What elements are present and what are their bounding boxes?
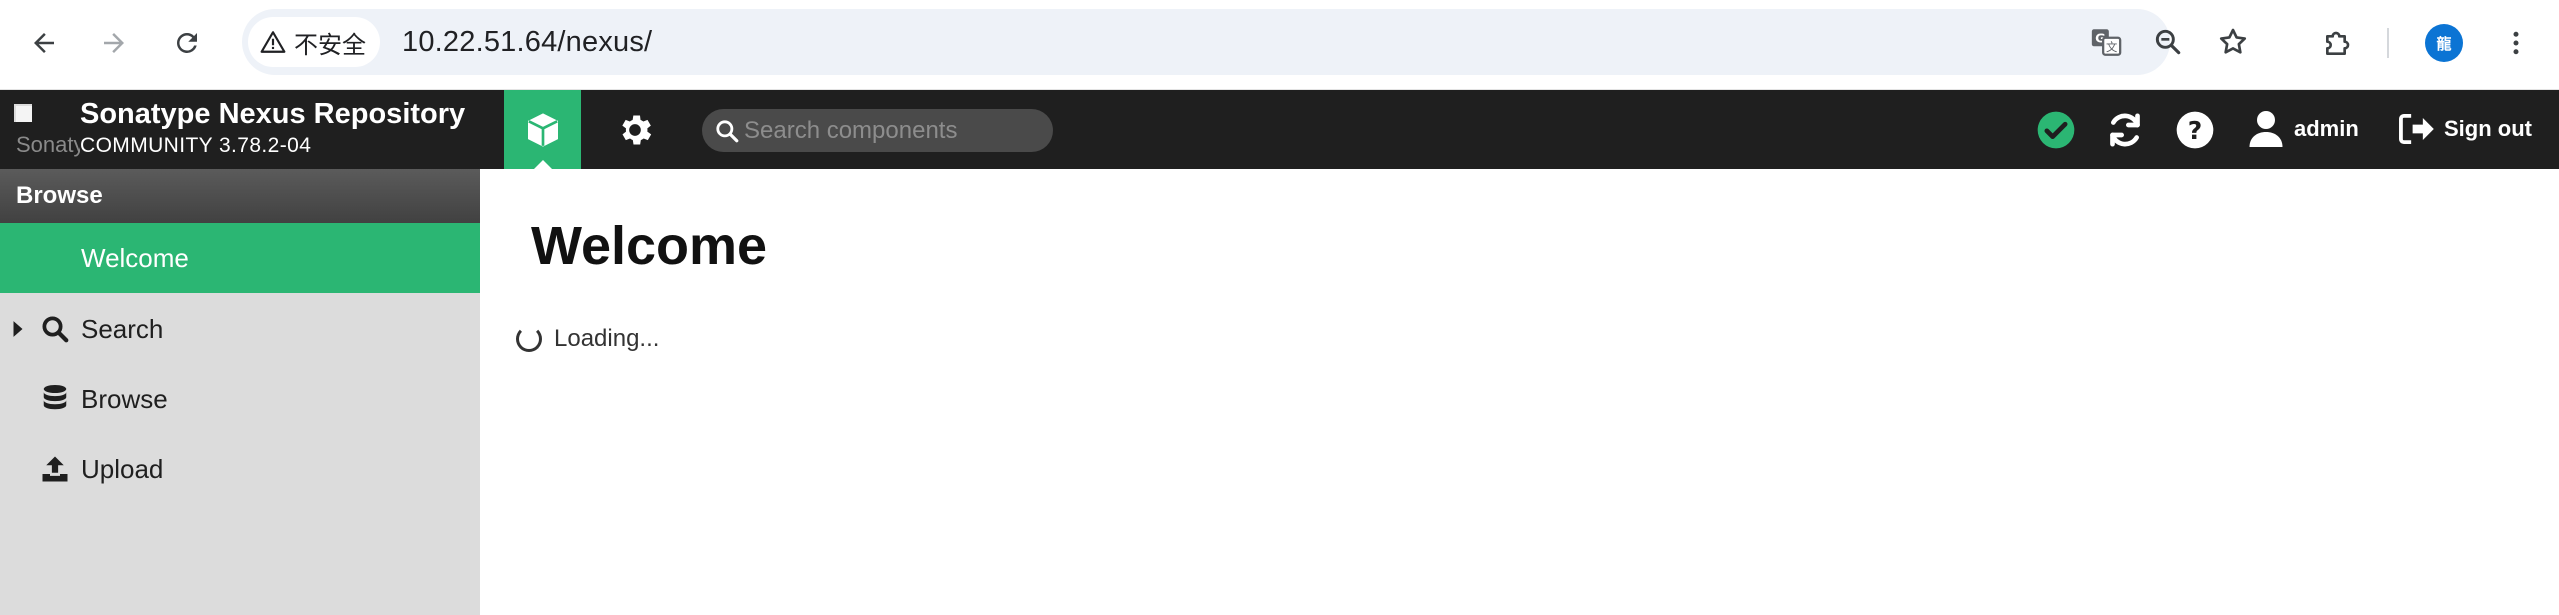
sign-out-icon	[2399, 113, 2434, 145]
search-input[interactable]	[742, 110, 1042, 151]
product-edition: COMMUNITY 3.78.2-04	[80, 134, 312, 157]
zoom-out-icon	[2155, 29, 2181, 55]
logo[interactable]: Sonatype	[14, 104, 80, 160]
refresh-button[interactable]	[2102, 107, 2148, 153]
product-name: Sonatype Nexus Repository	[80, 98, 466, 130]
url-text[interactable]: 10.22.51.64/nexus/	[402, 9, 652, 75]
expand-arrow-icon[interactable]	[11, 319, 25, 339]
question-circle-icon: ?	[2176, 111, 2214, 149]
browse-mode-button[interactable]	[504, 90, 581, 169]
security-indicator[interactable]: 不安全	[248, 17, 380, 67]
broken-image-icon	[14, 104, 32, 122]
sidebar-item-label: Upload	[81, 453, 164, 484]
spinner-icon	[516, 326, 542, 352]
user-name: admin	[2294, 116, 2359, 141]
help-button[interactable]: ?	[2172, 107, 2218, 153]
sidebar-item-search[interactable]: Search	[0, 294, 480, 364]
search-icon	[712, 118, 742, 144]
warning-triangle-icon	[260, 31, 286, 53]
reload-button[interactable]	[165, 21, 209, 65]
gear-icon	[621, 115, 651, 144]
back-button[interactable]	[22, 21, 66, 65]
system-status-button[interactable]	[2033, 107, 2079, 153]
admin-mode-button[interactable]	[596, 90, 673, 169]
user-menu[interactable]: admin	[2248, 104, 2359, 154]
bookmark-button[interactable]	[2215, 24, 2251, 60]
arrow-right-icon	[104, 33, 124, 53]
active-mode-indicator	[534, 160, 552, 169]
app-header: Sonatype Sonatype Nexus Repository COMMU…	[0, 90, 2559, 169]
sign-out-label: Sign out	[2444, 116, 2532, 141]
svg-text:文: 文	[2106, 40, 2117, 54]
address-bar[interactable]: 不安全 10.22.51.64/nexus/ G 文	[242, 9, 2247, 75]
main-content: Welcome Loading...	[480, 169, 2559, 615]
sidebar: Browse Welcome Search Browse Upload	[0, 169, 480, 615]
zoom-button[interactable]	[2150, 24, 2186, 60]
upload-icon	[38, 452, 72, 486]
puzzle-icon	[2326, 31, 2350, 55]
security-label: 不安全	[294, 31, 366, 59]
extensions-button[interactable]	[2316, 21, 2360, 65]
translate-icon: G 文	[2091, 29, 2122, 56]
profile-avatar[interactable]: 龍	[2425, 24, 2463, 62]
reload-icon	[177, 32, 197, 53]
sidebar-item-upload[interactable]: Upload	[0, 434, 480, 504]
kebab-menu-icon	[2513, 31, 2519, 55]
toolbar-divider	[2387, 28, 2389, 58]
logo-alt-text: Sonatype	[16, 132, 80, 157]
refresh-icon	[2110, 113, 2140, 147]
star-icon	[2219, 28, 2247, 54]
loading-text: Loading...	[554, 325, 660, 352]
page-title: Welcome	[531, 216, 768, 276]
component-search[interactable]	[702, 109, 1053, 152]
browser-toolbar: 不安全 10.22.51.64/nexus/ G 文 龍	[0, 0, 2559, 90]
sidebar-item-label: Welcome	[81, 242, 189, 273]
database-icon	[38, 382, 72, 416]
sidebar-item-welcome[interactable]: Welcome	[0, 223, 480, 293]
sidebar-item-label: Search	[81, 313, 164, 344]
arrow-left-icon	[34, 33, 54, 53]
cube-icon	[527, 112, 558, 147]
sidebar-item-browse[interactable]: Browse	[0, 364, 480, 434]
check-circle-icon	[2037, 111, 2075, 149]
search-icon	[38, 312, 72, 346]
sidebar-item-label: Browse	[81, 383, 168, 414]
sign-out-button[interactable]: Sign out	[2398, 104, 2532, 154]
translate-button[interactable]: G 文	[2088, 24, 2124, 60]
browser-menu-button[interactable]	[2494, 21, 2538, 65]
loading-indicator: Loading...	[516, 325, 659, 353]
user-icon	[2249, 111, 2283, 147]
svg-text:?: ?	[2188, 116, 2203, 145]
sidebar-section-title: Browse	[0, 169, 480, 223]
forward-button[interactable]	[92, 21, 136, 65]
